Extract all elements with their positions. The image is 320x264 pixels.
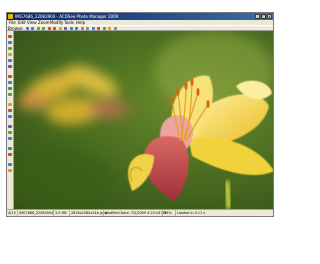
status-bar: 4/13 IMG7686_22083904 3.5 MB 2816x2080x2… <box>7 209 273 216</box>
status-zoom: 26% <box>162 210 172 216</box>
status-filename: IMG7686_22083904 <box>17 210 54 216</box>
sidebar-tool-icon[interactable] <box>8 41 12 44</box>
sidebar-tool-icon[interactable] <box>8 59 12 62</box>
status-load-time: Loaded in 0.11 s <box>175 210 206 216</box>
fit-icon[interactable] <box>81 27 84 30</box>
app-icon <box>8 14 13 19</box>
status-dimensions: 2816x2080x24b jpeg <box>69 210 108 216</box>
delete-icon[interactable] <box>97 27 100 30</box>
tool-sidebar <box>7 31 14 209</box>
actual-size-icon[interactable] <box>86 27 89 30</box>
sidebar-tool-icon[interactable] <box>8 103 12 106</box>
sidebar-tool-icon[interactable] <box>8 87 12 90</box>
slideshow-icon[interactable] <box>92 27 95 30</box>
rotate-left-icon[interactable] <box>48 27 51 30</box>
zoom-in-icon[interactable] <box>70 27 73 30</box>
lily-photo <box>14 31 273 209</box>
back-icon[interactable] <box>26 27 29 30</box>
sidebar-tool-icon[interactable] <box>8 153 12 156</box>
sidebar-tool-icon[interactable] <box>8 93 12 96</box>
zoom-out-icon[interactable] <box>75 27 78 30</box>
status-index: 4/13 <box>8 211 16 215</box>
status-modified-date: Modified Date: 7/2/2009 4:23:16 PM <box>103 210 167 216</box>
sidebar-tool-icon[interactable] <box>8 75 12 78</box>
sidebar-tool-icon[interactable] <box>8 53 12 56</box>
title-bar[interactable]: IMG7686_22083904 - ACDSee Photo Manager … <box>7 13 273 20</box>
sidebar-tool-icon[interactable] <box>8 125 12 128</box>
sidebar-tool-icon[interactable] <box>8 35 12 38</box>
crop-icon[interactable] <box>64 27 67 30</box>
app-window: IMG7686_22083904 - ACDSee Photo Manager … <box>6 12 274 217</box>
forward-icon[interactable] <box>31 27 34 30</box>
sidebar-tool-icon[interactable] <box>8 81 12 84</box>
previous-image-icon[interactable] <box>37 27 40 30</box>
print-icon[interactable] <box>108 27 111 30</box>
properties-icon[interactable] <box>114 27 117 30</box>
edit-icon[interactable] <box>59 27 62 30</box>
maximize-button[interactable]: □ <box>261 14 266 19</box>
window-title: IMG7686_22083904 - ACDSee Photo Manager … <box>15 14 119 19</box>
share-icon[interactable] <box>103 27 106 30</box>
next-image-icon[interactable] <box>42 27 45 30</box>
sidebar-tool-icon[interactable] <box>8 109 12 112</box>
sidebar-tool-icon[interactable] <box>8 147 12 150</box>
status-filesize: 3.5 MB <box>53 210 67 216</box>
sidebar-tool-icon[interactable] <box>8 163 12 166</box>
close-button[interactable]: x <box>267 14 272 19</box>
sidebar-tool-icon[interactable] <box>8 115 12 118</box>
sidebar-tool-icon[interactable] <box>8 137 12 140</box>
sidebar-tool-icon[interactable] <box>8 65 12 68</box>
sidebar-tool-icon[interactable] <box>8 169 12 172</box>
sidebar-tool-icon[interactable] <box>8 131 12 134</box>
photo-viewer[interactable] <box>14 31 273 209</box>
rotate-right-icon[interactable] <box>53 27 56 30</box>
sidebar-tool-icon[interactable] <box>8 47 12 50</box>
minimize-button[interactable]: _ <box>255 14 260 19</box>
